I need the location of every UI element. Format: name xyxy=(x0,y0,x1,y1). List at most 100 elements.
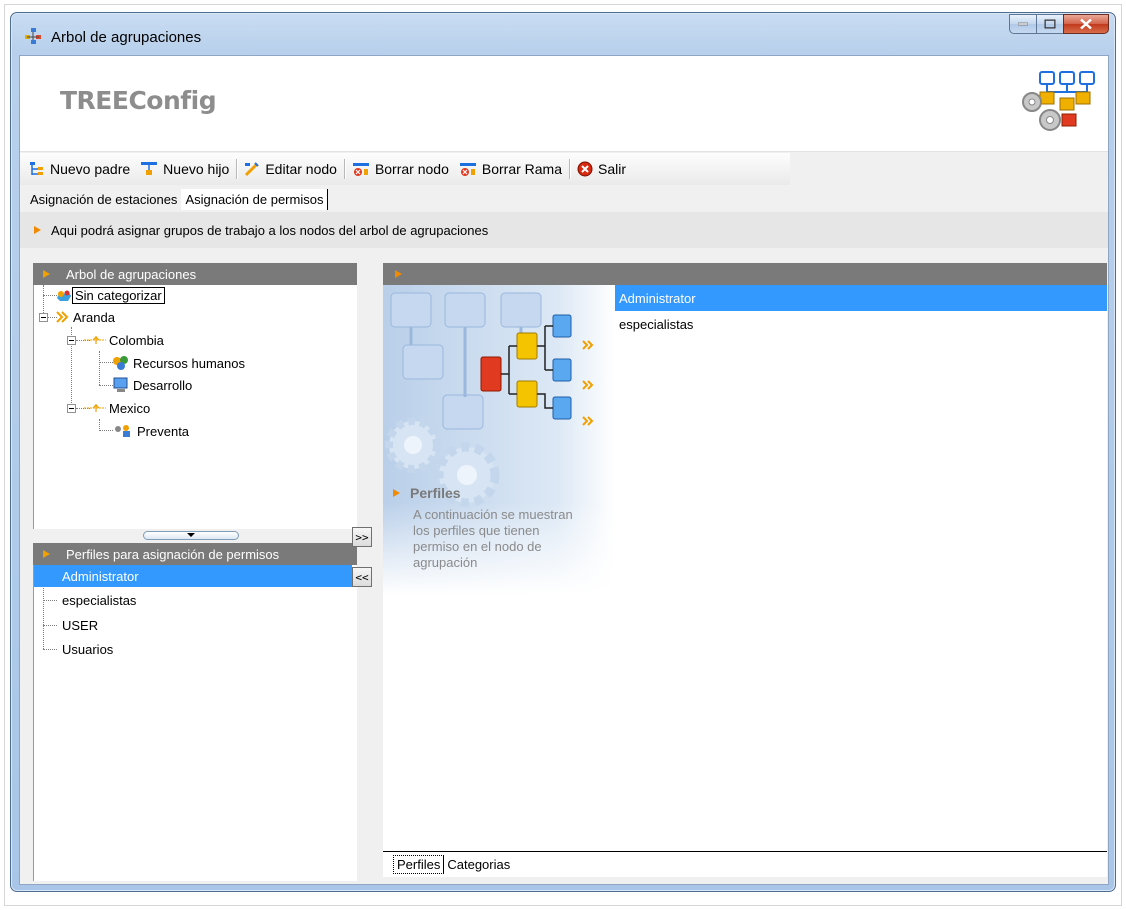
tree-node-label: Colombia xyxy=(109,332,164,348)
tree-node-colombia[interactable]: Colombia xyxy=(84,330,167,350)
assigned-panel-header xyxy=(383,263,1107,285)
remove-profile-button[interactable]: << xyxy=(352,567,372,587)
tree-node-mexico[interactable]: Mexico xyxy=(84,398,153,418)
tree-panel-header: Arbol de agrupaciones xyxy=(33,263,357,285)
profiles-panel-header: Perfiles para asignación de permisos xyxy=(33,543,357,565)
available-profiles-list[interactable]: Administrator especialistas USER Usuario… xyxy=(33,565,357,881)
close-button[interactable] xyxy=(1063,14,1109,34)
profiles-title-text: Perfiles xyxy=(410,485,461,501)
toolbar-separator xyxy=(236,159,238,179)
minimize-button[interactable] xyxy=(1009,14,1036,34)
tab-categories[interactable]: Categorias xyxy=(444,856,513,873)
maximize-button[interactable] xyxy=(1036,14,1063,34)
info-bar: Aqui podrá asignar grupos de trabajo a l… xyxy=(20,212,1108,248)
arrow-right-icon xyxy=(395,270,402,278)
collapse-colombia-toggle[interactable] xyxy=(67,336,76,345)
exit-button[interactable]: Salir xyxy=(572,156,631,182)
splitter-collapse-handle[interactable] xyxy=(143,531,239,540)
panel-splitter[interactable] xyxy=(33,529,357,543)
uncategorized-icon xyxy=(57,290,71,301)
arrow-right-icon xyxy=(43,550,50,558)
profile-label: especialistas xyxy=(62,592,137,608)
assigned-profile-label: especialistas xyxy=(619,316,694,332)
profile-label: Administrator xyxy=(62,568,139,584)
exit-icon xyxy=(577,161,593,177)
delete-branch-button[interactable]: Borrar Rama xyxy=(454,156,567,182)
tab-profiles[interactable]: Perfiles xyxy=(393,855,445,874)
app-window: Arbol de agrupaciones TREEConfig Nuevo p… xyxy=(10,12,1116,892)
toolbar: Nuevo padre Nuevo hijo Editar nodo Borra… xyxy=(20,153,790,185)
tree-node-aranda[interactable]: Aranda xyxy=(56,307,118,327)
group-icon xyxy=(113,356,128,370)
minimize-icon xyxy=(1018,22,1028,26)
profile-label: USER xyxy=(62,617,99,633)
new-child-label: Nuevo hijo xyxy=(163,161,230,177)
main-tabs: Asignación de estaciones Asignación de p… xyxy=(20,186,1108,210)
tab-permission-assignment[interactable]: Asignación de permisos xyxy=(181,189,329,210)
assigned-profiles-panel: Perfiles A continuación se muestran los … xyxy=(383,263,1107,855)
delete-node-label: Borrar nodo xyxy=(374,161,449,177)
tree-line xyxy=(99,362,113,363)
list-item[interactable]: Administrator xyxy=(34,565,352,587)
collapse-mexico-toggle[interactable] xyxy=(67,404,76,413)
bottom-tabs: Perfiles Categorias xyxy=(383,851,1107,877)
computer-icon xyxy=(113,377,128,392)
grouping-tree[interactable]: Sin categorizar Aranda Colombia Recursos… xyxy=(33,285,357,529)
profile-label: Usuarios xyxy=(62,641,114,657)
tree-line xyxy=(43,295,57,296)
collapse-aranda-toggle[interactable] xyxy=(39,313,48,322)
list-item[interactable]: Usuarios xyxy=(34,638,113,660)
profiles-illustration: Perfiles A continuación se muestran los … xyxy=(383,285,615,595)
title-bar[interactable]: Arbol de agrupaciones xyxy=(11,13,1115,55)
tree-node-label: Sin categorizar xyxy=(72,286,165,304)
toolbar-separator xyxy=(569,159,571,179)
edit-node-icon xyxy=(245,162,260,177)
toolbar-separator xyxy=(343,159,345,179)
assigned-profiles-list[interactable]: Administrator especialistas xyxy=(615,285,1107,845)
edit-node-button[interactable]: Editar nodo xyxy=(239,156,342,182)
branch-icon xyxy=(84,336,106,344)
tree-config-logo xyxy=(1010,68,1100,139)
new-child-icon xyxy=(141,162,158,175)
list-item[interactable]: USER xyxy=(34,614,98,636)
profiles-section-title: Perfiles xyxy=(393,485,461,501)
tree-node-label: Mexico xyxy=(109,400,151,416)
new-child-button[interactable]: Nuevo hijo xyxy=(135,156,234,182)
new-parent-icon xyxy=(30,162,43,175)
arrow-right-icon xyxy=(43,270,50,278)
assigned-profile-label: Administrator xyxy=(619,290,696,306)
delete-branch-label: Borrar Rama xyxy=(481,161,563,177)
maximize-icon xyxy=(1044,19,1056,29)
sales-users-icon xyxy=(115,425,130,437)
delete-node-button[interactable]: Borrar nodo xyxy=(347,156,454,182)
close-icon xyxy=(1080,18,1092,30)
info-text: Aqui podrá asignar grupos de trabajo a l… xyxy=(51,222,489,238)
new-parent-button[interactable]: Nuevo padre xyxy=(24,156,135,182)
edit-node-label: Editar nodo xyxy=(265,161,337,177)
branch-icon xyxy=(84,404,106,412)
tree-line xyxy=(99,430,113,431)
delete-branch-icon xyxy=(459,163,476,176)
exit-label: Salir xyxy=(598,161,627,177)
new-parent-label: Nuevo padre xyxy=(50,161,131,177)
tree-node-desarrollo[interactable]: Desarrollo xyxy=(112,375,195,395)
window-title: Arbol de agrupaciones xyxy=(51,29,202,46)
tree-node-label: Recursos humanos xyxy=(133,355,245,371)
arrow-right-icon xyxy=(34,226,41,234)
list-item[interactable]: especialistas xyxy=(34,589,136,611)
tree-node-uncategorized[interactable]: Sin categorizar xyxy=(56,285,165,305)
tree-line xyxy=(43,285,44,315)
list-item[interactable]: especialistas xyxy=(615,311,1107,337)
add-profile-button[interactable]: >> xyxy=(352,527,372,547)
tab-station-assignment[interactable]: Asignación de estaciones xyxy=(26,192,181,210)
app-title: TREEConfig xyxy=(60,86,217,115)
app-header: TREEConfig xyxy=(20,56,1108,152)
app-tree-icon xyxy=(23,27,43,45)
left-panel: Arbol de agrupaciones Sin categorizar Ar… xyxy=(33,263,357,883)
chevron-double-right-icon xyxy=(56,311,69,323)
tree-node-label: Desarrollo xyxy=(133,377,193,393)
list-item[interactable]: Administrator xyxy=(615,285,1107,311)
delete-node-icon xyxy=(352,163,369,176)
tree-node-recursos-humanos[interactable]: Recursos humanos xyxy=(112,353,248,373)
tree-node-preventa[interactable]: Preventa xyxy=(112,421,192,441)
